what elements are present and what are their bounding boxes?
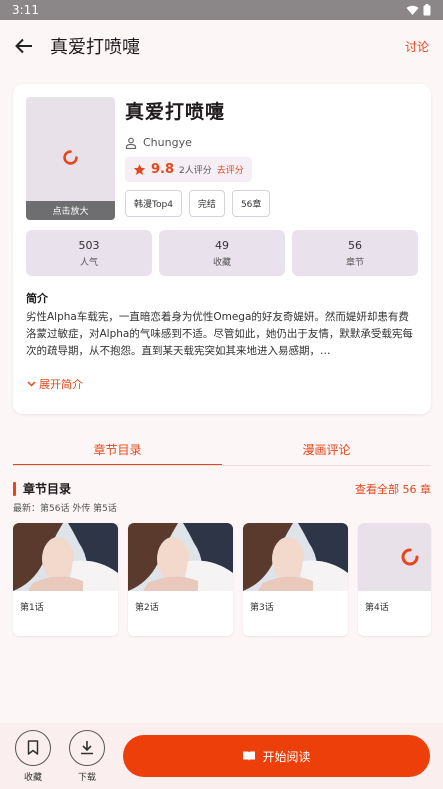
latest-chapter-info: 最新：第56话 外传 第5话: [13, 504, 117, 514]
chapter-list: 第1话 第2话 第3话 第4话: [13, 523, 431, 636]
stat-value: 503: [78, 238, 100, 252]
chapter-thumbnail: [243, 523, 348, 591]
stat-popularity: 503 人气: [26, 230, 152, 276]
download-button[interactable]: 下载: [67, 729, 107, 783]
bottom-action-bar: 收藏 下载 开始阅读: [0, 723, 443, 789]
status-time: 3:11: [12, 3, 39, 17]
status-bar: 3:11: [0, 0, 443, 20]
book-title: 真爱打喷嚏: [125, 101, 226, 123]
tag-list: 韩漫Top4 完结 56章: [125, 190, 415, 217]
start-reading-button[interactable]: 开始阅读: [123, 735, 430, 777]
page-title: 真爱打喷嚏: [50, 37, 140, 58]
chapter-label: 第2话: [135, 603, 159, 613]
battery-icon: [423, 4, 431, 16]
chevron-down-icon: [27, 381, 36, 387]
stat-label: 人气: [79, 257, 98, 268]
chapter-card[interactable]: 第3话: [243, 523, 348, 636]
chapter-card[interactable]: 第4话: [358, 523, 431, 636]
tab-comments[interactable]: 漫画评论: [222, 432, 431, 466]
arrow-left-icon: [15, 38, 32, 54]
download-label: 下载: [77, 772, 96, 783]
expand-label: 展开简介: [39, 378, 83, 391]
chapter-label: 第4话: [365, 603, 389, 613]
star-icon: [133, 164, 146, 175]
tag[interactable]: 完结: [188, 190, 225, 217]
stat-chapters: 56 章节: [292, 230, 418, 276]
open-book-icon: [243, 751, 256, 761]
rating-count: 2人评分: [179, 166, 212, 176]
chapter-thumbnail: [358, 523, 431, 591]
rate-link[interactable]: 去评分: [217, 163, 244, 176]
view-all-chapters-link[interactable]: 查看全部 56 章: [355, 481, 431, 497]
content-tabs: 章节目录 漫画评论: [13, 432, 431, 466]
download-icon: [81, 741, 93, 755]
start-reading-label: 开始阅读: [262, 749, 311, 764]
stats-row: 503 人气 49 收藏 56 章节: [26, 230, 418, 276]
stat-label: 章节: [345, 257, 364, 268]
tag[interactable]: 56章: [231, 190, 271, 217]
chapter-card[interactable]: 第1话: [13, 523, 118, 636]
rating-score: 9.8: [151, 162, 175, 177]
intro-heading: 简介: [26, 292, 48, 305]
stat-favorites: 49 收藏: [159, 230, 285, 276]
chapter-thumbnail: [128, 523, 233, 591]
loading-spinner-icon: [63, 150, 78, 165]
chapter-label: 第1话: [20, 603, 44, 613]
tag[interactable]: 韩漫Top4: [125, 190, 182, 217]
author-row: Chungye: [125, 136, 415, 149]
favorite-label: 收藏: [23, 772, 42, 783]
chapter-section-title: 章节目录: [23, 482, 72, 496]
back-button[interactable]: [14, 36, 34, 56]
section-accent-bar: [13, 481, 16, 496]
chapter-card[interactable]: 第2话: [128, 523, 233, 636]
discussion-link[interactable]: 讨论: [405, 38, 429, 55]
rating-box: 9.8 2人评分 去评分: [125, 157, 252, 182]
favorite-button[interactable]: 收藏: [13, 729, 53, 783]
stat-value: 56: [348, 238, 362, 252]
tab-chapters[interactable]: 章节目录: [13, 432, 222, 466]
chapter-section-header: 章节目录 查看全部 56 章: [13, 480, 431, 497]
loading-spinner-icon: [401, 548, 419, 566]
author-name: Chungye: [143, 136, 192, 149]
wifi-icon: [406, 5, 419, 15]
book-cover[interactable]: 点击放大: [26, 97, 115, 220]
zoom-label[interactable]: 点击放大: [26, 201, 115, 220]
chapter-thumbnail: [13, 523, 118, 591]
stat-value: 49: [215, 238, 229, 252]
tabs-divider: [13, 465, 431, 466]
book-details: 真爱打喷嚏 Chungye 9.8 2人评分 去评分 韩漫Top4 完结 56章: [125, 97, 415, 217]
book-info-card: 点击放大 真爱打喷嚏 Chungye 9.8 2人评分 去评分 韩漫Top4 完…: [13, 84, 431, 414]
intro-text: 劣性Alpha车载宪，一直暗恋着身为优性Omega的好友奇媞妍。然而媞妍却患有费…: [26, 311, 413, 357]
person-icon: [125, 137, 137, 149]
bookmark-icon: [27, 740, 39, 755]
expand-intro-button[interactable]: 展开简介: [27, 376, 83, 392]
chapter-label: 第3话: [250, 603, 274, 613]
app-bar: 真爱打喷嚏 讨论: [0, 20, 443, 72]
stat-label: 收藏: [212, 257, 231, 268]
